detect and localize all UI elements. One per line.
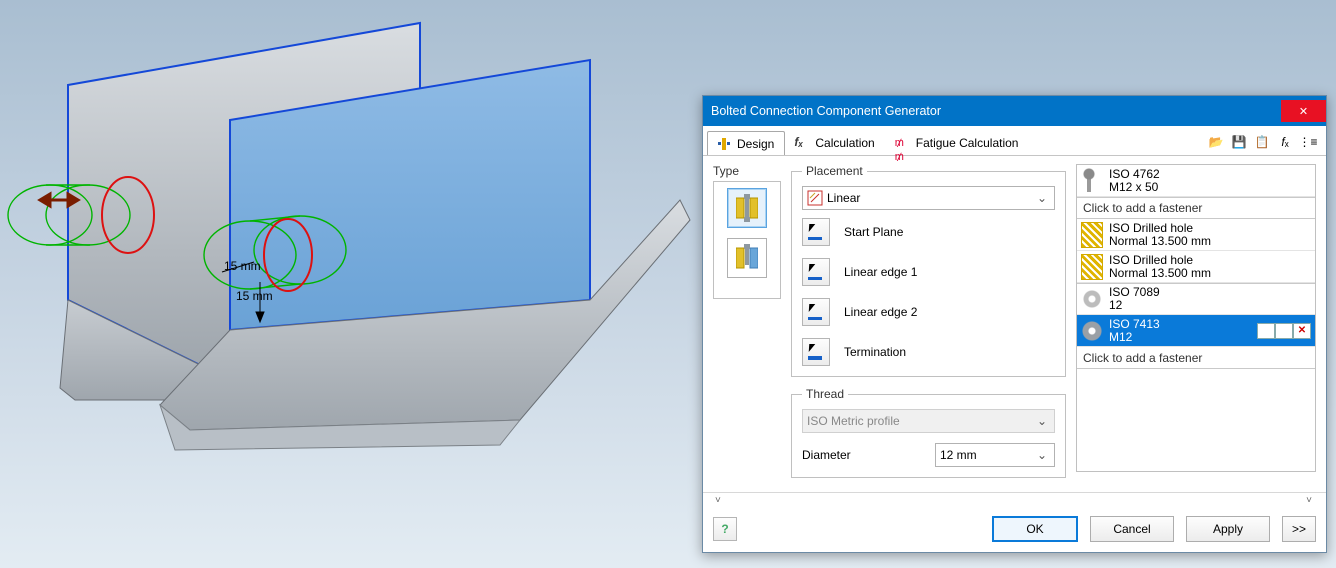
placement-row-label: Linear edge 2 [844, 305, 917, 319]
add-fastener-bottom[interactable]: Click to add a fastener [1077, 347, 1315, 369]
expand-divider[interactable]: ˅ ˅ [703, 492, 1326, 508]
placement-row-label: Linear edge 1 [844, 265, 917, 279]
pick-edge2-button[interactable] [802, 298, 830, 326]
hole-line1: ISO Drilled hole [1109, 222, 1211, 235]
chevrons-down-left-icon: ˅ [715, 495, 723, 506]
expand-button[interactable]: >> [1282, 516, 1316, 542]
chevron-down-icon: ⌄ [1034, 191, 1050, 205]
through-bolt-icon [736, 194, 758, 222]
add-fastener-label: Click to add a fastener [1083, 351, 1202, 365]
close-button[interactable]: ✕ [1281, 100, 1326, 122]
fastener-line1: ISO 4762 [1109, 168, 1160, 181]
tab-design[interactable]: Design [707, 131, 785, 155]
dialog-footer: ? OK Cancel Apply >> [703, 508, 1326, 552]
placement-row-label: Termination [844, 345, 906, 359]
linear-icon [807, 190, 823, 206]
diameter-label: Diameter [802, 448, 851, 462]
ok-button[interactable]: OK [992, 516, 1078, 542]
model-viewport[interactable]: 15 mm 15 mm [0, 0, 700, 568]
nut-line2: M12 [1109, 331, 1160, 344]
blind-bolt-icon [736, 244, 758, 272]
options-icon[interactable]: ⋮≡ [1298, 132, 1318, 152]
hole-line2: Normal 13.500 mm [1109, 235, 1211, 248]
dialog-titlebar[interactable]: Bolted Connection Component Generator ✕ [703, 96, 1326, 126]
dimension-b-label: 15 mm [236, 289, 273, 303]
placement-row-edge2: Linear edge 2 [802, 298, 1055, 326]
tab-label: Calculation [815, 136, 874, 150]
tabs-row: Design Calculation Fatigue Calculation 📂… [703, 126, 1326, 156]
fastener-bolt-item[interactable]: ISO 4762 M12 x 50 [1077, 165, 1315, 197]
thread-profile-dropdown: ISO Metric profile ⌄ [802, 409, 1055, 433]
hole-line1: ISO Drilled hole [1109, 254, 1211, 267]
tab-label: Design [737, 137, 774, 151]
cursor-plane-icon [808, 344, 824, 360]
expand-row-button[interactable]: ▸ [1275, 323, 1293, 339]
washer-item[interactable]: ISO 7089 12 [1077, 283, 1315, 315]
cursor-edge-icon [808, 304, 824, 320]
drilled-hole-icon [1081, 254, 1103, 280]
help-button[interactable]: ? [713, 517, 737, 541]
chevron-down-icon: ⌄ [1034, 448, 1050, 462]
type-label: Type [713, 164, 781, 178]
fastener-line2: M12 x 50 [1109, 181, 1160, 194]
apply-button[interactable]: Apply [1186, 516, 1270, 542]
save-icon[interactable]: 💾 [1229, 132, 1249, 152]
browse-button[interactable]: … [1257, 323, 1275, 339]
placement-row-termination: Termination [802, 338, 1055, 366]
pick-start-plane-button[interactable] [802, 218, 830, 246]
hole-item[interactable]: ISO Drilled hole Normal 13.500 mm [1077, 251, 1315, 283]
tab-fatigue-calculation[interactable]: Fatigue Calculation [886, 130, 1030, 154]
diameter-value: 12 mm [940, 448, 977, 462]
washer-line2: 12 [1109, 299, 1160, 312]
settings-icon[interactable]: 📋 [1252, 132, 1272, 152]
add-fastener-label: Click to add a fastener [1083, 201, 1202, 215]
socket-head-bolt-icon [1081, 168, 1103, 194]
fx-mini-icon[interactable]: fₓ [1275, 132, 1295, 152]
type-through-button[interactable] [727, 188, 767, 228]
nut-item[interactable]: ISO 7413 M12 … ▸ ✕ [1077, 315, 1315, 347]
nut-icon [1081, 318, 1103, 344]
washer-icon [1081, 286, 1103, 312]
bolt-icon [716, 136, 732, 152]
open-icon[interactable]: 📂 [1206, 132, 1226, 152]
diameter-dropdown[interactable]: 12 mm ⌄ [935, 443, 1055, 467]
thread-legend: Thread [802, 387, 848, 401]
cursor-plane-icon [808, 224, 824, 240]
tab-calculation[interactable]: Calculation [785, 130, 885, 154]
chevron-down-icon: ⌄ [1034, 414, 1050, 428]
tab-label: Fatigue Calculation [916, 136, 1019, 150]
cursor-edge-icon [808, 264, 824, 280]
dimension-a-label: 15 mm [224, 259, 261, 273]
placement-legend: Placement [802, 164, 867, 178]
hole-item[interactable]: ISO Drilled hole Normal 13.500 mm [1077, 219, 1315, 251]
thread-profile-value: ISO Metric profile [807, 414, 900, 428]
type-group [713, 181, 781, 299]
pick-termination-button[interactable] [802, 338, 830, 366]
wave-icon [895, 135, 911, 151]
nut-line1: ISO 7413 [1109, 318, 1160, 331]
type-blind-button[interactable] [727, 238, 767, 278]
placement-row-label: Start Plane [844, 225, 903, 239]
add-fastener-top[interactable]: Click to add a fastener [1077, 197, 1315, 219]
placement-mode-dropdown[interactable]: Linear ⌄ [802, 186, 1055, 210]
drilled-hole-icon [1081, 222, 1103, 248]
delete-button[interactable]: ✕ [1293, 323, 1311, 339]
pick-edge1-button[interactable] [802, 258, 830, 286]
fastener-list: ISO 4762 M12 x 50 Click to add a fastene… [1076, 164, 1316, 472]
placement-mode-value: Linear [827, 191, 860, 205]
dialog-title: Bolted Connection Component Generator [711, 104, 1281, 118]
chevrons-down-right-icon: ˅ [1306, 495, 1314, 506]
cancel-button[interactable]: Cancel [1090, 516, 1174, 542]
fx-icon [794, 135, 810, 151]
placement-row-start-plane: Start Plane [802, 218, 1055, 246]
thread-group: Thread ISO Metric profile ⌄ Diameter 12 … [791, 387, 1066, 478]
placement-row-edge1: Linear edge 1 [802, 258, 1055, 286]
hole-line2: Normal 13.500 mm [1109, 267, 1211, 280]
bolted-connection-dialog: Bolted Connection Component Generator ✕ … [702, 95, 1327, 553]
placement-group: Placement Linear ⌄ Start Plane Li [791, 164, 1066, 377]
